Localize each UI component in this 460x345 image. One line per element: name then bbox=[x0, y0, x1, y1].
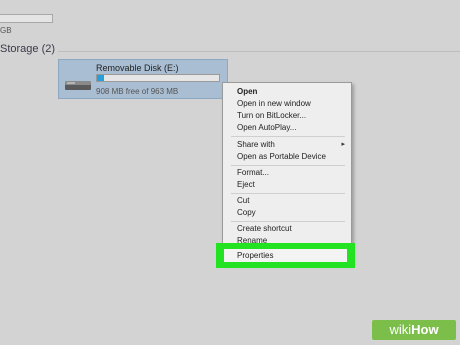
section-divider bbox=[58, 51, 460, 52]
properties-highlight: Properties bbox=[216, 243, 355, 268]
menu-item-turn-on-bitlocker[interactable]: Turn on BitLocker... bbox=[237, 110, 345, 122]
wikihow-logo-wiki: wiki bbox=[389, 322, 412, 337]
menu-item-format[interactable]: Format... bbox=[237, 167, 345, 179]
menu-separator bbox=[231, 165, 345, 166]
drive-name: Removable Disk (E:) bbox=[96, 63, 179, 73]
removable-disk-tile[interactable]: Removable Disk (E:) 908 MB free of 963 M… bbox=[58, 59, 228, 99]
drive-usage-bar bbox=[96, 74, 220, 82]
menu-item-eject[interactable]: Eject bbox=[237, 179, 345, 191]
usb-drive-icon bbox=[65, 81, 91, 90]
menu-item-open-portable-device[interactable]: Open as Portable Device bbox=[237, 151, 345, 163]
menu-separator bbox=[231, 221, 345, 222]
menu-item-properties-label: Properties bbox=[237, 251, 274, 260]
menu-item-properties[interactable]: Properties bbox=[224, 249, 347, 262]
drive-usage-fill bbox=[97, 75, 104, 81]
menu-item-share-with[interactable]: Share with ▸ bbox=[237, 139, 345, 151]
menu-item-open-new-window[interactable]: Open in new window bbox=[237, 98, 345, 110]
menu-item-open[interactable]: Open bbox=[237, 86, 345, 98]
menu-item-open-autoplay[interactable]: Open AutoPlay... bbox=[237, 122, 345, 134]
drive-usage-bar-top bbox=[0, 14, 53, 23]
wikihow-logo: wikiHow bbox=[372, 320, 456, 340]
menu-separator bbox=[231, 136, 345, 137]
menu-item-create-shortcut[interactable]: Create shortcut bbox=[237, 223, 345, 235]
wikihow-logo-how: How bbox=[411, 322, 439, 337]
drive-size-text-top: GB bbox=[0, 26, 12, 35]
submenu-arrow-icon: ▸ bbox=[341, 141, 345, 148]
section-title[interactable]: Storage (2) bbox=[0, 43, 55, 55]
menu-item-copy[interactable]: Copy bbox=[237, 207, 345, 219]
drive-free-space: 908 MB free of 963 MB bbox=[96, 87, 179, 96]
menu-item-cut[interactable]: Cut bbox=[237, 195, 345, 207]
menu-separator bbox=[231, 193, 345, 194]
menu-item-share-with-label: Share with bbox=[237, 140, 275, 149]
context-menu: Open Open in new window Turn on BitLocke… bbox=[222, 82, 352, 264]
